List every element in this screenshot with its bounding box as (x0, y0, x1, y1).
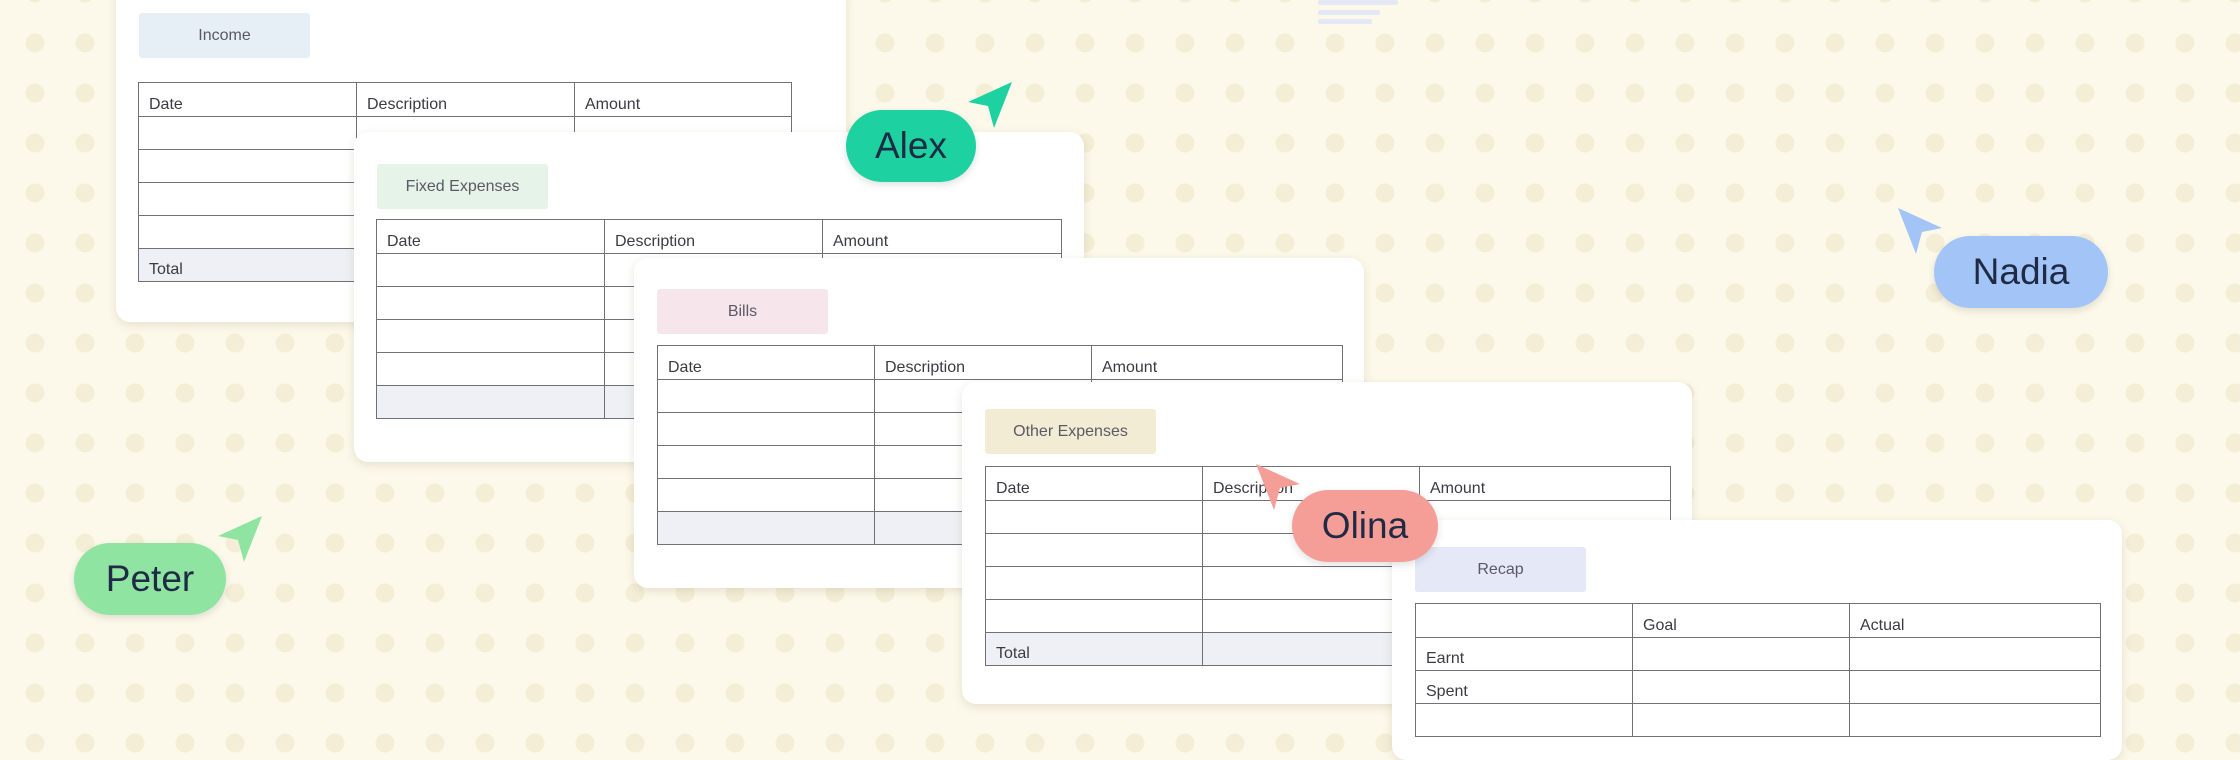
total-label: Total (138, 248, 357, 282)
collaborator-peter-label: Peter (74, 543, 226, 615)
other-expenses-tag: Other Expenses (985, 409, 1156, 454)
column-header-goal: Goal (1632, 603, 1850, 638)
column-header-date: Date (138, 82, 357, 117)
bills-tag: Bills (657, 289, 828, 334)
fixed-expenses-tag: Fixed Expenses (377, 164, 548, 209)
column-header-date: Date (657, 345, 875, 380)
pointer-arrow-icon (1256, 464, 1300, 510)
column-header-amount: Amount (574, 82, 792, 117)
pointer-arrow-icon (968, 82, 1012, 128)
column-header-date: Date (376, 219, 605, 254)
recap-table: Goal Actual Earnt Spent (1415, 603, 2101, 737)
collaborator-olina-label: Olina (1292, 490, 1438, 562)
column-header-amount: Amount (1419, 466, 1671, 501)
column-header-date: Date (985, 466, 1203, 501)
column-header-amount: Amount (1091, 345, 1343, 380)
menu-lines-icon (1318, 0, 1398, 24)
row-label-spent: Spent (1415, 670, 1633, 704)
table-row: Earnt (1415, 637, 2101, 671)
pointer-arrow-icon (218, 516, 262, 562)
column-header-amount: Amount (822, 219, 1062, 254)
income-tag: Income (139, 13, 310, 58)
column-header-actual: Actual (1849, 603, 2101, 638)
collaborator-alex-label: Alex (846, 110, 976, 182)
column-header-blank (1415, 603, 1633, 638)
row-label-earnt: Earnt (1415, 637, 1633, 671)
recap-tag: Recap (1415, 547, 1586, 592)
column-header-description: Description (356, 82, 575, 117)
column-header-description: Description (874, 345, 1092, 380)
column-header-description: Description (604, 219, 823, 254)
collaborator-nadia-label: Nadia (1934, 236, 2108, 308)
total-label: Total (985, 632, 1203, 666)
table-row: Spent (1415, 670, 2101, 704)
pointer-arrow-icon (1898, 208, 1942, 254)
recap-card[interactable]: Recap Goal Actual Earnt Spent (1392, 520, 2122, 760)
table-row (1415, 703, 2101, 737)
